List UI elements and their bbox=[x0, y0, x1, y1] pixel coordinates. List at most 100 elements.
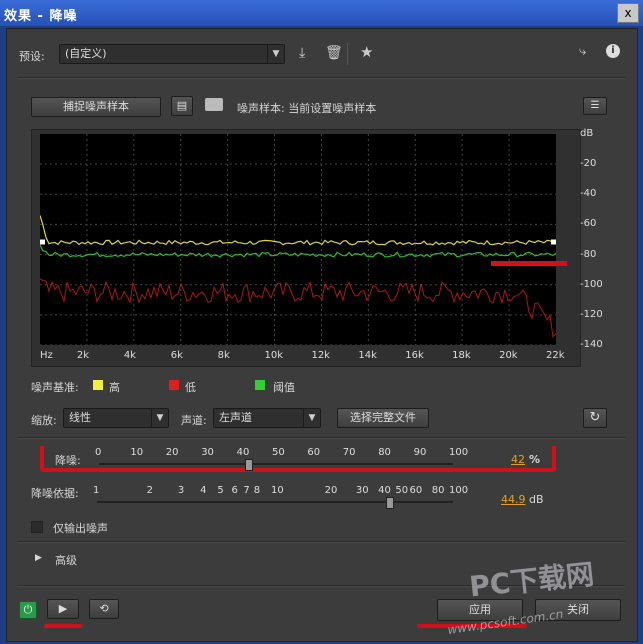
noise-chart bbox=[39, 134, 557, 346]
expand-triangle-icon[interactable]: ▶ bbox=[35, 553, 42, 563]
reduce-by-slider-thumb[interactable] bbox=[386, 497, 394, 509]
effect-panel: 预设: (自定义) ▼ ⤓ 🗑 ★ ⤷ i 捕捉噪声样本 ▤ 噪声样本: 当前设… bbox=[6, 28, 638, 642]
annotation-marker bbox=[491, 261, 567, 266]
scale-select[interactable]: 线性 ▼ bbox=[63, 408, 169, 428]
scale-label: 缩放: bbox=[31, 414, 57, 427]
plot-area bbox=[39, 134, 557, 346]
y-tick-label: -140 bbox=[580, 339, 603, 350]
folder-icon[interactable] bbox=[205, 98, 223, 111]
divider bbox=[17, 437, 625, 439]
series-line-low bbox=[39, 278, 557, 339]
reduce-tick-label: 90 bbox=[413, 447, 427, 458]
legend-title: 噪声基准: bbox=[31, 381, 79, 394]
reduce-tick-label: 0 bbox=[95, 447, 102, 458]
menu-icon[interactable]: ☰ bbox=[583, 97, 607, 115]
download-icon[interactable]: ⤓ bbox=[299, 45, 305, 61]
control-point[interactable] bbox=[551, 239, 556, 245]
x-tick-label: 18k bbox=[452, 350, 471, 361]
reduce-tick-label: 80 bbox=[378, 447, 391, 458]
reset-icon[interactable]: ↻ bbox=[583, 408, 607, 428]
star-icon[interactable]: ★ bbox=[360, 43, 373, 61]
play-button[interactable]: ▶ bbox=[47, 599, 79, 619]
x-tick-label: 20k bbox=[499, 350, 518, 361]
preset-select[interactable]: (自定义) ▼ bbox=[59, 44, 285, 64]
series-line-high bbox=[39, 215, 557, 246]
reduce-tick-label: 50 bbox=[272, 447, 285, 458]
y-tick-label: -100 bbox=[580, 278, 603, 290]
channel-value: 左声道 bbox=[219, 411, 252, 424]
reduce-tick-label: 20 bbox=[165, 447, 179, 458]
divider bbox=[17, 77, 625, 79]
legend-swatch-high bbox=[93, 380, 103, 390]
reduce-by-tick-label: 5 bbox=[217, 485, 224, 496]
reduce-label: 降噪: bbox=[55, 454, 81, 467]
reduce-by-tick-label: 1 bbox=[93, 485, 100, 496]
select-entire-file-button[interactable]: 选择完整文件 bbox=[337, 408, 429, 428]
reduce-slider-track[interactable] bbox=[99, 463, 453, 465]
chevron-down-icon: ▼ bbox=[303, 409, 320, 427]
reduce-by-label: 降噪依据: bbox=[31, 487, 79, 500]
noise-profile-graph: dB -20 -40 -60 -80 -100 -120 -140 Hz 2k 4k 6k 8k 10k… bbox=[31, 128, 603, 367]
highlight-box bbox=[40, 446, 556, 472]
chevron-down-icon: ▼ bbox=[151, 409, 168, 427]
reduce-by-tick-label: 8 bbox=[253, 485, 261, 496]
reduce-value[interactable]: 42 bbox=[511, 453, 525, 466]
reduce-unit: % bbox=[529, 453, 541, 466]
capture-noise-sample-button[interactable]: 捕捉噪声样本 bbox=[31, 97, 161, 117]
window-title: 效果 - 降噪 bbox=[4, 9, 78, 24]
y-tick-label: -20 bbox=[580, 158, 597, 170]
x-tick-label: 14k bbox=[358, 350, 377, 361]
reduce-by-tick-label: 40 bbox=[378, 485, 391, 496]
channel-label: 声道: bbox=[181, 414, 207, 427]
reduce-by-tick-label: 6 bbox=[231, 485, 238, 496]
x-tick-label: 8k bbox=[217, 350, 230, 361]
legend-low: 低 bbox=[185, 381, 196, 394]
y-tick-label: -120 bbox=[580, 308, 603, 320]
reduce-by-tick-label: 3 bbox=[177, 485, 185, 496]
reduce-by-tick-label: 80 bbox=[431, 485, 445, 496]
legend-threshold: 阈值 bbox=[273, 381, 295, 394]
preset-label: 预设: bbox=[19, 50, 45, 63]
output-noise-label: 仅输出噪声 bbox=[53, 522, 108, 535]
reduce-by-slider-track[interactable] bbox=[97, 501, 453, 503]
reduce-by-tick-label: 60 bbox=[409, 485, 423, 496]
control-point[interactable] bbox=[40, 239, 45, 245]
underline-marker bbox=[44, 624, 82, 628]
scale-value: 线性 bbox=[69, 411, 91, 424]
legend-swatch-threshold bbox=[255, 380, 265, 390]
reduce-by-unit: dB bbox=[529, 493, 544, 506]
toolbar-divider bbox=[347, 43, 348, 65]
preset-value: (自定义) bbox=[65, 47, 107, 60]
reduce-by-tick-label: 4 bbox=[200, 485, 207, 496]
reduce-by-tick-label: 50 bbox=[395, 485, 409, 496]
reduce-slider-thumb[interactable] bbox=[244, 459, 253, 471]
noise-sample-label: 噪声样本: 当前设置噪声样本 bbox=[237, 102, 377, 115]
y-tick-label: dB bbox=[580, 128, 594, 139]
reduce-by-value[interactable]: 44.9 bbox=[501, 493, 526, 506]
divider bbox=[17, 541, 625, 543]
info-icon[interactable]: i bbox=[606, 44, 620, 58]
title-bar: 效果 - 降噪 x bbox=[0, 0, 643, 26]
routing-icon[interactable]: ⤷ bbox=[579, 44, 586, 59]
reduce-tick-label: 100 bbox=[449, 447, 469, 458]
legend-swatch-low bbox=[169, 380, 179, 390]
x-tick-label: 22k bbox=[546, 350, 565, 361]
reduce-by-tick-label: 10 bbox=[271, 485, 284, 496]
save-icon[interactable]: ▤ bbox=[171, 96, 193, 116]
reduce-by-tick-label: 7 bbox=[243, 485, 250, 496]
trash-icon[interactable]: 🗑 bbox=[325, 45, 343, 61]
x-tick-label: Hz bbox=[40, 350, 53, 361]
x-tick-label: 10k bbox=[264, 350, 284, 361]
series-line-threshold bbox=[39, 244, 557, 258]
close-window-button[interactable]: x bbox=[617, 3, 639, 23]
loop-icon[interactable]: ⟲ bbox=[89, 599, 119, 619]
advanced-label[interactable]: 高级 bbox=[55, 552, 77, 568]
channel-select[interactable]: 左声道 ▼ bbox=[213, 408, 321, 428]
reduce-by-tick-label: 2 bbox=[146, 485, 153, 496]
reduce-tick-label: 70 bbox=[342, 447, 356, 458]
reduce-tick-label: 10 bbox=[130, 447, 144, 458]
reduce-tick-label: 40 bbox=[236, 447, 250, 458]
output-noise-checkbox[interactable] bbox=[31, 521, 43, 533]
power-icon[interactable]: ⏻ bbox=[19, 601, 37, 619]
x-tick-label: 4k bbox=[123, 350, 136, 361]
